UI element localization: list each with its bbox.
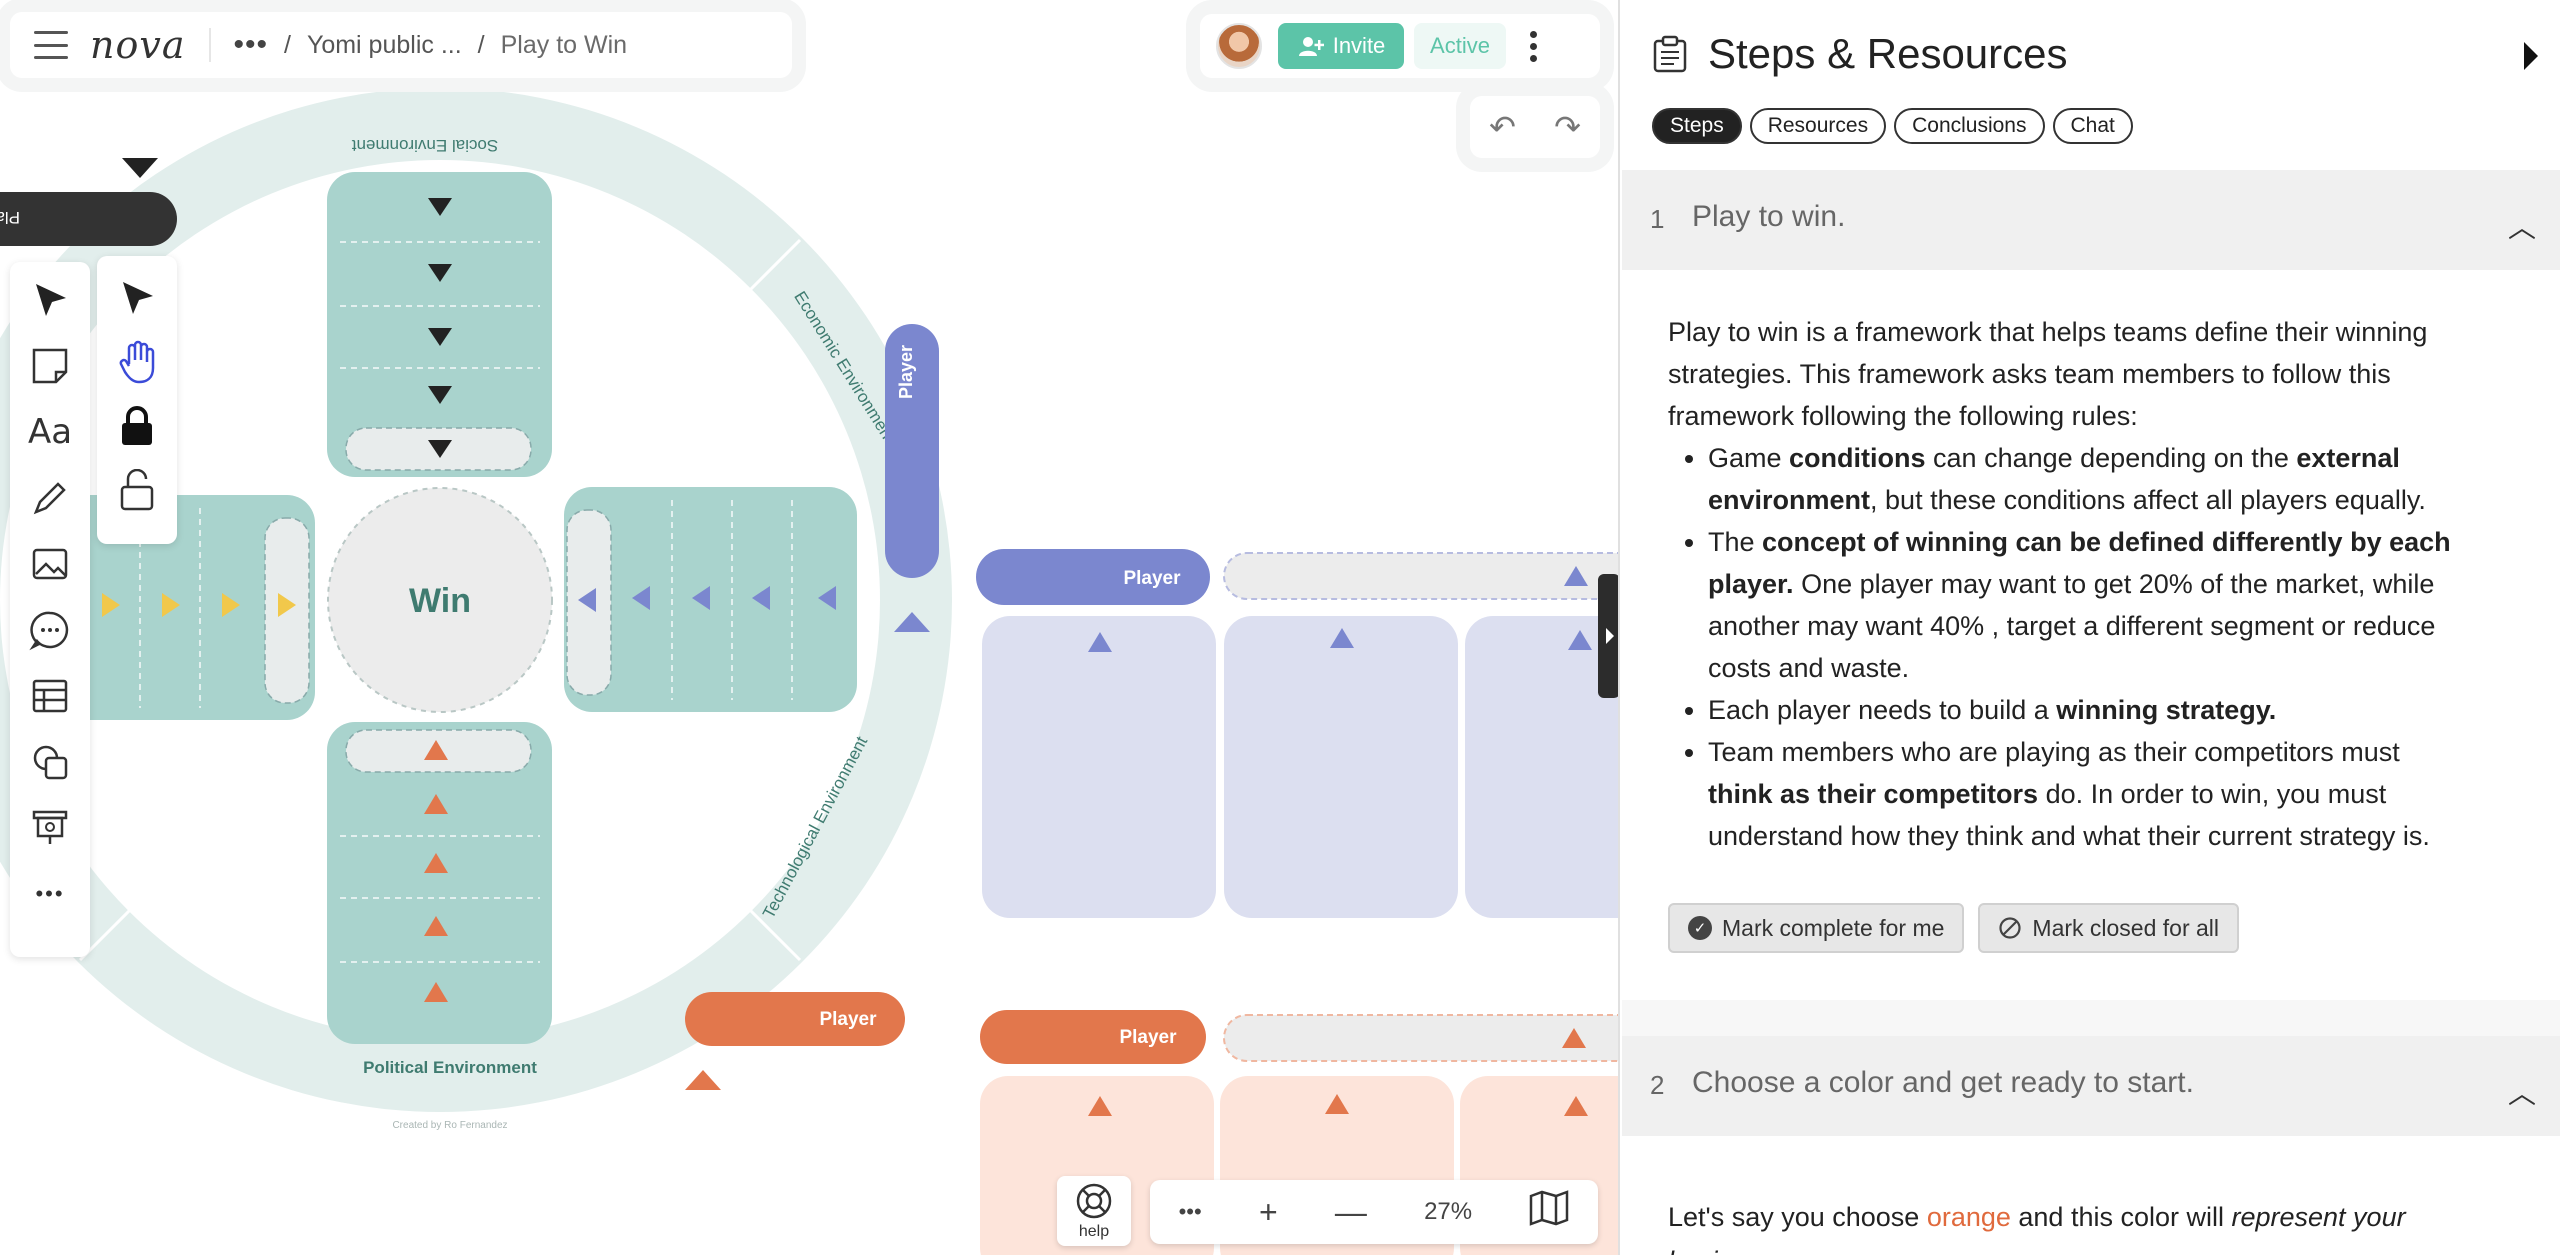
history-bar: ↶ ↷: [1470, 96, 1600, 158]
more-options-icon[interactable]: •••: [233, 30, 268, 60]
purple-player-vertical-label: Player: [896, 345, 916, 399]
breadcrumb-separator: /: [477, 30, 485, 59]
mark-closed-button[interactable]: Mark closed for all: [1978, 903, 2240, 953]
tab-steps[interactable]: Steps: [1652, 108, 1742, 144]
collapse-panel-icon[interactable]: [2524, 42, 2538, 70]
steps-resources-panel: Steps & Resources Steps Resources Conclu…: [1618, 0, 2560, 1255]
step-2-body: Let's say you choose orange and this col…: [1668, 1202, 2406, 1255]
comment-icon[interactable]: [26, 606, 74, 654]
step-title: Play to win.: [1692, 200, 1846, 233]
step-1-body: Play to win is a framework that helps te…: [1668, 311, 2468, 857]
play-to-win-board[interactable]: Social Environment Economic Environment …: [0, 0, 1618, 1255]
panel-header: Steps & Resources Steps Resources Conclu…: [1620, 0, 2560, 170]
select-arrow-icon[interactable]: [113, 274, 161, 322]
divider: [209, 28, 212, 62]
orange-player-row-label: Player: [1119, 1027, 1177, 1048]
tab-chat[interactable]: Chat: [2052, 108, 2133, 144]
sticky-note-icon[interactable]: [26, 342, 74, 390]
purple-player-row-label: Player: [1123, 568, 1181, 589]
help-label: help: [1078, 1223, 1110, 1240]
chevron-up-icon[interactable]: ︿: [2508, 1072, 2536, 1112]
undo-icon[interactable]: ↶: [1489, 108, 1516, 146]
image-icon[interactable]: [26, 540, 74, 588]
collaboration-bar: Invite Active: [1200, 14, 1600, 78]
whiteboard-canvas[interactable]: Social Environment Economic Environment …: [0, 0, 1618, 1255]
step-number: 2: [1650, 1070, 1665, 1100]
table-icon[interactable]: [26, 672, 74, 720]
mark-complete-button[interactable]: ✓ Mark complete for me: [1668, 903, 1965, 953]
dark-player-tab: [0, 192, 177, 246]
list-item: Team members who are playing as their co…: [1708, 731, 2468, 857]
step-intro: Play to win is a framework that helps te…: [1668, 317, 2428, 431]
primary-toolbar: Aa •••: [10, 262, 90, 957]
list-item: The concept of winning can be defined di…: [1708, 521, 2468, 689]
hand-icon[interactable]: [113, 338, 161, 386]
kebab-menu-icon[interactable]: [1530, 30, 1537, 62]
zoom-level[interactable]: 27%: [1424, 1198, 1472, 1226]
divider: [1622, 1000, 2560, 1036]
secondary-toolbar: [97, 256, 177, 544]
step-title: Choose a color and get ready to start.: [1692, 1066, 2194, 1099]
invite-button[interactable]: Invite: [1278, 23, 1404, 69]
map-icon[interactable]: [1529, 1190, 1569, 1234]
invite-label: Invite: [1332, 33, 1386, 58]
more-icon[interactable]: •••: [1179, 1199, 1202, 1225]
step-number: 1: [1650, 204, 1665, 234]
step-1-header[interactable]: 1 Play to win. ︿: [1622, 170, 2560, 270]
lifebuoy-icon: [1076, 1183, 1112, 1219]
redo-icon[interactable]: ↷: [1554, 108, 1581, 146]
down-arrow-marker: [122, 158, 158, 178]
rules-list: Game conditions can change depending on …: [1708, 437, 2468, 857]
breadcrumb-workspace[interactable]: Yomi public ...: [307, 31, 462, 60]
presentation-icon[interactable]: [26, 804, 74, 852]
clipboard-icon: [1653, 35, 1687, 73]
zoom-out-icon[interactable]: —: [1335, 1194, 1367, 1231]
menu-icon[interactable]: [34, 31, 68, 59]
zoom-in-icon[interactable]: +: [1259, 1194, 1278, 1231]
breadcrumb-separator: /: [284, 30, 291, 59]
breadcrumb-board[interactable]: Play to Win: [501, 31, 627, 60]
list-item: Game conditions can change depending on …: [1708, 437, 2468, 521]
panel-tabs: Steps Resources Conclusions Chat: [1652, 108, 2133, 144]
win-label: Win: [409, 582, 471, 620]
tab-resources[interactable]: Resources: [1749, 108, 1887, 144]
color-word: orange: [1926, 1202, 2011, 1232]
panel-title: Steps & Resources: [1708, 30, 2068, 77]
active-status-badge[interactable]: Active: [1414, 23, 1506, 69]
shapes-icon[interactable]: [26, 738, 74, 786]
select-arrow-icon[interactable]: [26, 276, 74, 324]
avatar[interactable]: [1216, 23, 1262, 69]
text-icon[interactable]: Aa: [26, 408, 74, 456]
top-navigation-bar: nova ••• / Yomi public ... / Play to Win: [10, 12, 792, 78]
step-actions: ✓ Mark complete for me Mark closed for a…: [1668, 903, 2240, 953]
orange-player-pill-label: Player: [819, 1009, 877, 1030]
zoom-bar: ••• + — 27%: [1150, 1180, 1598, 1244]
political-environment-label: Political Environment: [363, 1058, 537, 1077]
more-icon[interactable]: •••: [26, 870, 74, 918]
pencil-icon[interactable]: [26, 474, 74, 522]
chevron-up-icon[interactable]: ︿: [2508, 206, 2536, 246]
dark-player-label: Player: [0, 208, 20, 227]
credit-text: Created by Ro Fernandez: [392, 1120, 507, 1131]
nova-logo[interactable]: nova: [90, 23, 185, 67]
list-item: Each player needs to build a winning str…: [1708, 689, 2468, 731]
lock-icon[interactable]: [113, 402, 161, 450]
step-2-header[interactable]: 2 Choose a color and get ready to start.…: [1622, 1036, 2560, 1136]
unlock-icon[interactable]: [113, 466, 161, 514]
tab-conclusions[interactable]: Conclusions: [1894, 108, 2045, 144]
check-circle-icon: ✓: [1688, 916, 1712, 940]
add-user-icon: [1298, 37, 1324, 56]
block-icon: [1998, 916, 2022, 940]
social-environment-label: Social Environment: [351, 136, 498, 155]
help-button[interactable]: help: [1057, 1176, 1131, 1246]
